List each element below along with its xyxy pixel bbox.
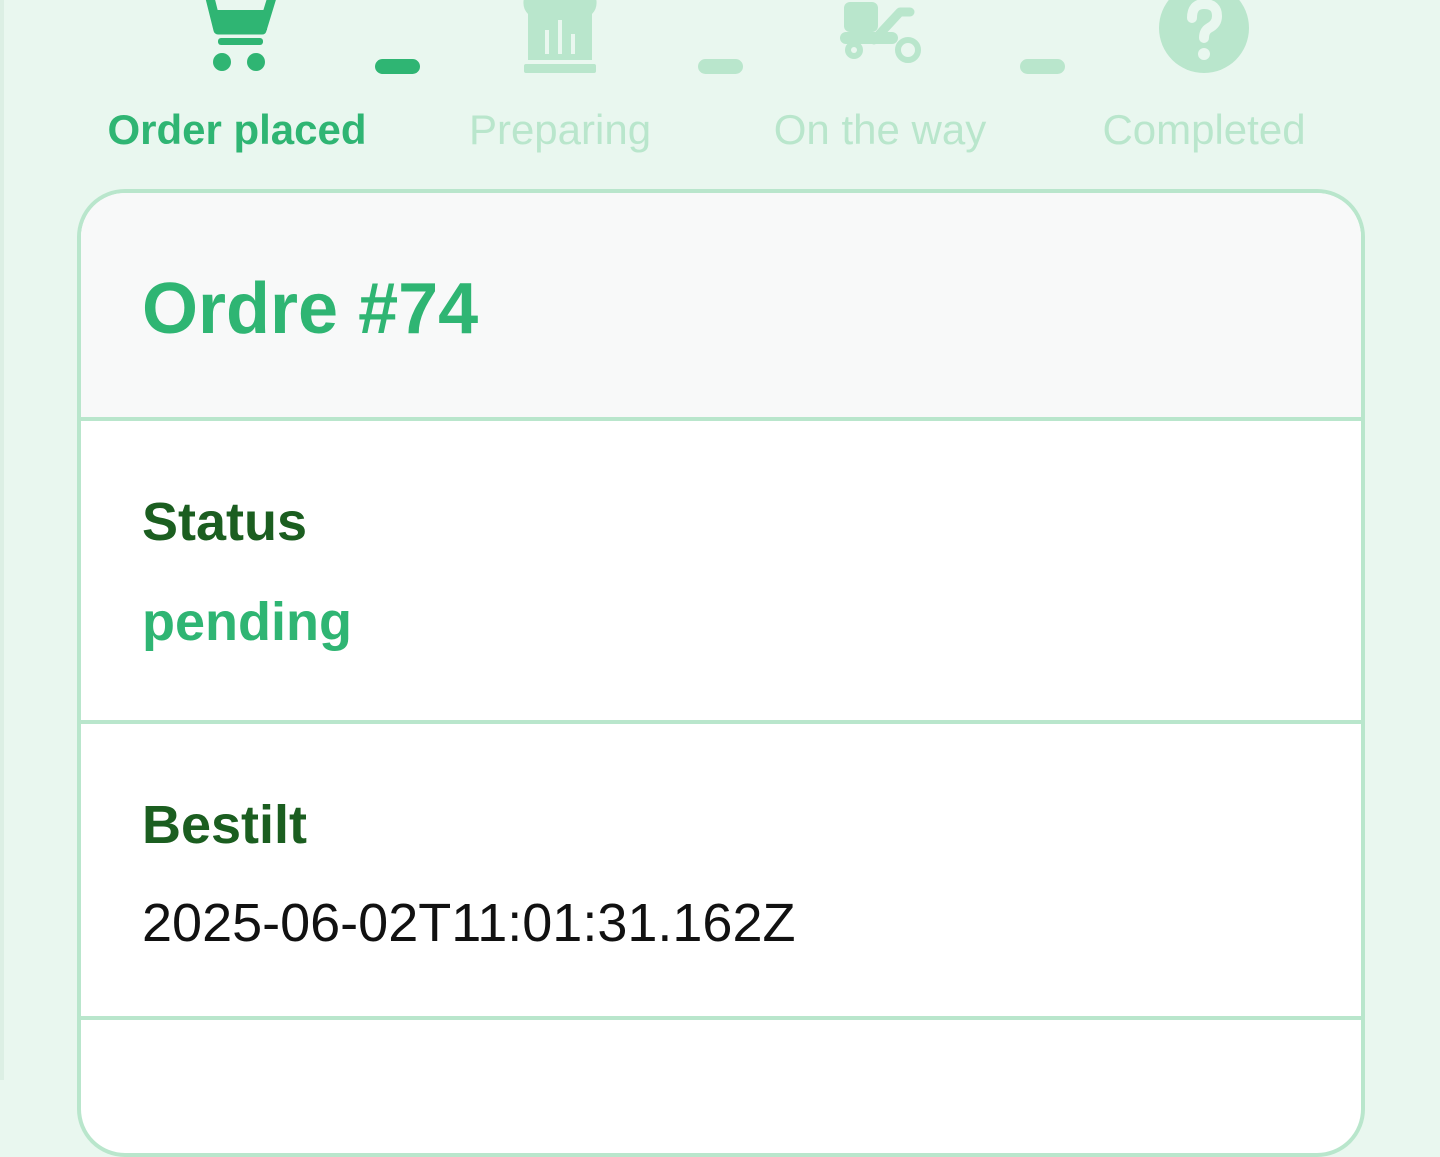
order-progress-tracker: Order placed Preparing On the way Comple…	[0, 0, 1440, 170]
step-label: Order placed	[107, 106, 367, 153]
ordered-timestamp: 2025-06-02T11:01:31.162Z	[142, 893, 796, 953]
status-value: pending	[142, 592, 352, 652]
status-label: Status	[142, 492, 308, 552]
step-label: Completed	[1102, 106, 1306, 153]
shopping-cart-icon	[205, 0, 276, 71]
step-label: Preparing	[468, 106, 652, 153]
step-order-placed: Order placed	[77, 0, 397, 170]
ordered-section: Bestilt 2025-06-02T11:01:31.162Z	[81, 724, 1361, 1020]
ordered-label: Bestilt	[142, 795, 308, 855]
status-section: Status pending	[81, 421, 1361, 724]
step-preparing: Preparing	[400, 0, 720, 170]
order-title: Ordre #74	[142, 269, 479, 349]
order-details-card: Ordre #74 Status pending Bestilt 2025-06…	[77, 189, 1365, 1157]
step-completed: Completed	[1044, 0, 1364, 170]
question-circle-icon	[1159, 0, 1249, 73]
chef-hat-icon	[523, 0, 597, 73]
card-header: Ordre #74	[81, 193, 1361, 421]
scooter-icon	[840, 2, 921, 63]
step-on-the-way: On the way	[720, 0, 1040, 170]
step-label: On the way	[773, 106, 987, 153]
